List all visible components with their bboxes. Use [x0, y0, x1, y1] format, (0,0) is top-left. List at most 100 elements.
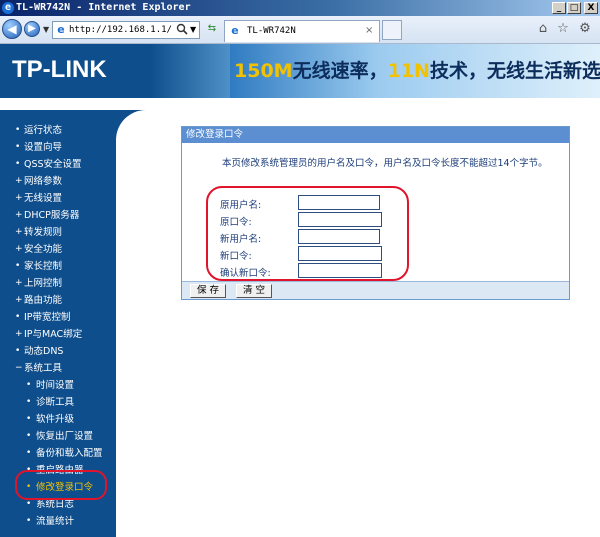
sidebar-subitem-change-password[interactable]: • 修改登录口令: [14, 479, 124, 496]
sidebar-subitem-factory-reset[interactable]: • 恢复出厂设置: [14, 428, 124, 445]
sidebar-item-parental[interactable]: • 家长控制: [14, 258, 124, 275]
sidebar-item-label: 流量统计: [36, 516, 75, 527]
sidebar-item-label: 修改登录口令: [36, 482, 94, 493]
collapse-icon: −: [15, 363, 23, 373]
sidebar-item-security[interactable]: + 安全功能: [14, 241, 124, 258]
sidebar-item-status[interactable]: • 运行状态: [14, 122, 124, 139]
ie-logo-icon: e: [2, 2, 14, 14]
new-username-label: 新用户名:: [220, 234, 262, 245]
sidebar-item-wizard[interactable]: • 设置向导: [14, 139, 124, 156]
sidebar-menu: • 运行状态 • 设置向导 • QSS安全设置 + 网络参数 + 无线设置 + DHCP服务…: [14, 122, 124, 530]
sidebar-item-label: 重启路由器: [36, 465, 84, 476]
history-dropdown-icon[interactable]: ▼: [43, 25, 49, 34]
change-password-panel: 修改登录口令 本页修改系统管理员的用户名及口令，用户名及口令长度不能超过14个字…: [181, 126, 570, 300]
new-password-label: 新口令:: [220, 251, 252, 262]
sidebar-item-label: 家长控制: [24, 261, 63, 272]
sidebar-item-label: 无线设置: [24, 193, 63, 204]
sidebar-item-label: 动态DNS: [24, 346, 64, 357]
new-username-field[interactable]: [298, 229, 380, 244]
slogan-speed: 150M: [234, 60, 293, 82]
browser-navbar: ◀ ▶ ▼ e http://192.168.1.1/ ▼ ⇆ e TL-WR7…: [0, 16, 600, 44]
sidebar-item-bandwidth[interactable]: • IP带宽控制: [14, 309, 124, 326]
sidebar-item-qss[interactable]: • QSS安全设置: [14, 156, 124, 173]
home-icon[interactable]: ⌂: [536, 22, 550, 36]
refresh-icon[interactable]: ⇆: [204, 23, 220, 37]
address-url[interactable]: http://192.168.1.1/: [69, 25, 172, 35]
sidebar-item-label: DHCP服务器: [24, 210, 80, 221]
favorites-star-icon[interactable]: ☆: [556, 22, 570, 36]
address-dropdown-icon[interactable]: ▼: [190, 25, 196, 34]
gear-icon[interactable]: ⚙: [578, 22, 592, 36]
sidebar-item-system-tools[interactable]: − 系统工具: [14, 360, 124, 377]
sidebar-subitem-syslog[interactable]: • 系统日志: [14, 496, 124, 513]
sidebar-item-network[interactable]: + 网络参数: [14, 173, 124, 190]
sidebar-item-label: 设置向导: [24, 142, 63, 153]
bullet-icon: •: [15, 261, 21, 271]
bullet-icon: •: [15, 312, 21, 322]
confirm-password-field[interactable]: [298, 263, 382, 278]
new-tab-button[interactable]: [382, 20, 402, 40]
tab-close-icon[interactable]: ×: [365, 25, 373, 36]
window-title: TL-WR742N - Internet Explorer: [16, 2, 191, 13]
sidebar-item-label: 软件升级: [36, 414, 75, 425]
sidebar-subitem-reboot[interactable]: • 重启路由器: [14, 462, 124, 479]
router-banner: TP-LINK 150M无线速率，11N技术，无线生活新选: [0, 44, 600, 98]
sidebar-subitem-backup[interactable]: • 备份和载入配置: [14, 445, 124, 462]
slogan-text-2: 技术，无线生活新选: [429, 60, 600, 82]
bullet-icon: +: [15, 295, 23, 305]
old-password-field[interactable]: [298, 212, 382, 227]
banner-divider: [0, 98, 600, 110]
sidebar-item-label: IP与MAC绑定: [24, 329, 83, 340]
confirm-password-label: 确认新口令:: [220, 268, 271, 279]
maximize-button[interactable]: □: [567, 2, 581, 14]
sidebar-subitem-firmware[interactable]: • 软件升级: [14, 411, 124, 428]
sidebar-item-label: 路由功能: [24, 295, 63, 306]
old-password-label: 原口令:: [220, 217, 252, 228]
sidebar-item-dhcp[interactable]: + DHCP服务器: [14, 207, 124, 224]
sidebar-item-label: 诊断工具: [36, 397, 75, 408]
search-icon[interactable]: [176, 23, 188, 35]
sidebar-subitem-traffic[interactable]: • 流量统计: [14, 513, 124, 530]
sidebar-item-forwarding[interactable]: + 转发规则: [14, 224, 124, 241]
panel-title: 修改登录口令: [182, 127, 569, 143]
minimize-button[interactable]: _: [552, 2, 566, 14]
bullet-icon: •: [26, 431, 32, 441]
bullet-icon: •: [26, 482, 32, 492]
sidebar-subitem-time[interactable]: • 时间设置: [14, 377, 124, 394]
bullet-icon: •: [26, 414, 32, 424]
sidebar-item-ip-mac[interactable]: + IP与MAC绑定: [14, 326, 124, 343]
sidebar-item-label: 安全功能: [24, 244, 63, 255]
bullet-icon: •: [15, 125, 21, 135]
sidebar-item-access-control[interactable]: + 上网控制: [14, 275, 124, 292]
bullet-icon: +: [15, 176, 23, 186]
browser-tab[interactable]: e TL-WR742N ×: [224, 20, 380, 42]
tp-link-logo: TP-LINK: [12, 56, 107, 83]
close-window-button[interactable]: X: [584, 2, 598, 14]
save-button[interactable]: 保 存: [190, 284, 227, 298]
old-username-label: 原用户名:: [220, 200, 262, 211]
sidebar-item-wireless[interactable]: + 无线设置: [14, 190, 124, 207]
sidebar-item-routing[interactable]: + 路由功能: [14, 292, 124, 309]
bullet-icon: •: [15, 346, 21, 356]
new-password-field[interactable]: [298, 246, 382, 261]
bullet-icon: •: [26, 397, 32, 407]
sidebar-item-ddns[interactable]: • 动态DNS: [14, 343, 124, 360]
sidebar-corner: [116, 110, 176, 140]
bullet-icon: •: [26, 448, 32, 458]
panel-description: 本页修改系统管理员的用户名及口令，用户名及口令长度不能超过14个字节。: [222, 158, 548, 169]
forward-arrow-icon[interactable]: ▶: [24, 21, 40, 37]
bullet-icon: •: [26, 380, 32, 390]
sidebar-item-label: 备份和载入配置: [36, 448, 103, 459]
sidebar-item-label: 恢复出厂设置: [36, 431, 94, 442]
page-ie-icon: e: [57, 23, 65, 36]
bullet-icon: +: [15, 244, 23, 254]
sidebar-item-label: 上网控制: [24, 278, 63, 289]
sidebar-subitem-diagnostics[interactable]: • 诊断工具: [14, 394, 124, 411]
old-username-field[interactable]: [298, 195, 380, 210]
bullet-icon: +: [15, 210, 23, 220]
sidebar-item-label: 系统工具: [24, 363, 63, 374]
clear-button[interactable]: 清 空: [236, 284, 273, 298]
sidebar-item-label: IP带宽控制: [24, 312, 71, 323]
back-arrow-icon[interactable]: ◀: [2, 19, 22, 39]
sidebar-item-label: 运行状态: [24, 125, 63, 136]
